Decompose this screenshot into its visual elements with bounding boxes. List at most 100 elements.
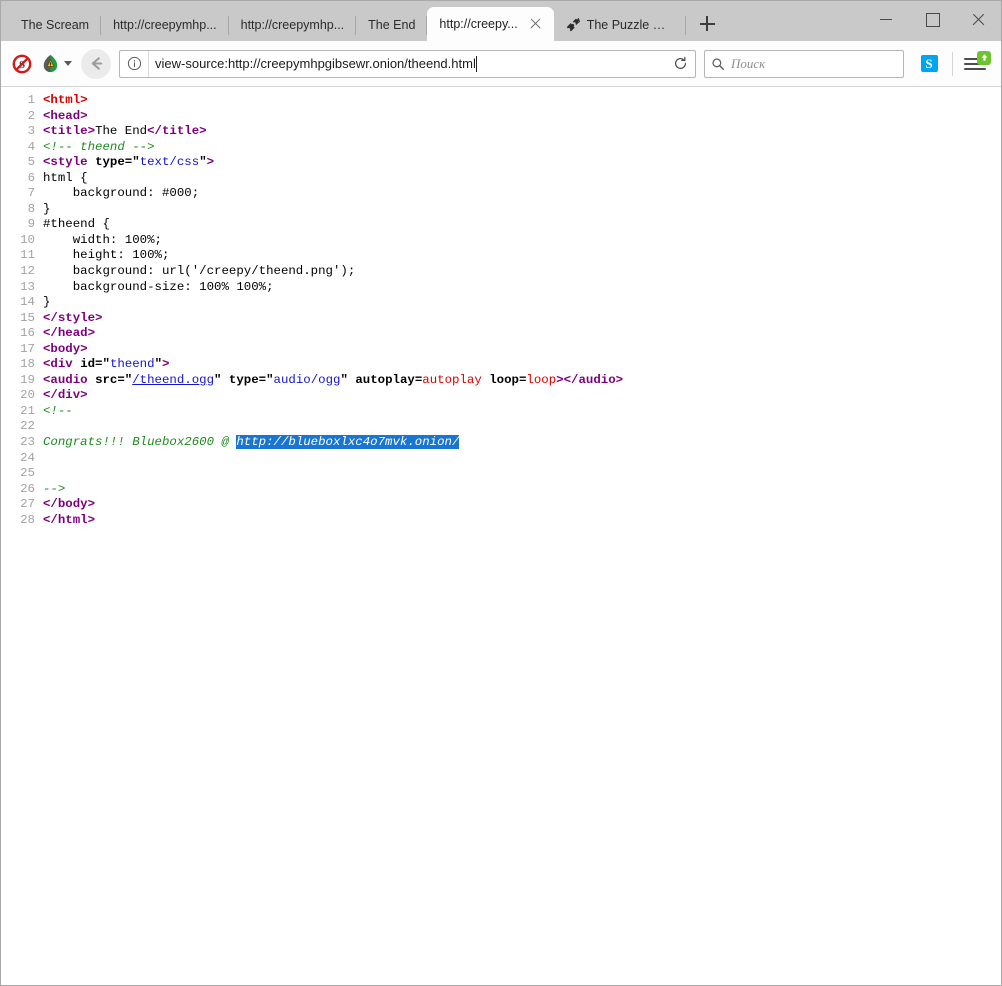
- tab-the-scream[interactable]: The Scream: [9, 9, 101, 41]
- source-line: 6html {: [1, 171, 1001, 187]
- tab-the-puzzle-maker[interactable]: The Puzzle Ma...: [554, 9, 686, 41]
- window-controls: [863, 1, 1001, 37]
- view-source-content[interactable]: 1<html>2<head>3<title>The End</title>4<!…: [1, 87, 1001, 528]
- code-token: #theend {: [43, 217, 110, 231]
- hamburger-menu-icon[interactable]: [957, 49, 993, 79]
- source-line: 9#theend {: [1, 217, 1001, 233]
- new-tab-button[interactable]: [692, 9, 722, 39]
- line-number: 6: [1, 171, 43, 187]
- code-token: loop=: [489, 373, 526, 387]
- line-number: 5: [1, 155, 43, 171]
- info-circle-icon[interactable]: [120, 51, 148, 77]
- code-token: [221, 373, 228, 387]
- maximize-icon[interactable]: [909, 4, 955, 34]
- source-line: 12 background: url('/creepy/theend.png')…: [1, 264, 1001, 280]
- tab-the-end[interactable]: The End: [356, 9, 427, 41]
- source-line: 21<!--: [1, 404, 1001, 420]
- code-token: </style>: [43, 311, 103, 325]
- source-line: 23Congrats!!! Bluebox2600 @ http://blueb…: [1, 435, 1001, 451]
- line-number: 1: [1, 93, 43, 109]
- code-token: >: [207, 155, 214, 169]
- source-line: 8}: [1, 202, 1001, 218]
- line-number: 8: [1, 202, 43, 218]
- code-token: The End: [95, 124, 147, 138]
- window-close-icon[interactable]: [955, 4, 1001, 34]
- line-number: 11: [1, 248, 43, 264]
- line-number: 26: [1, 482, 43, 498]
- update-arrow-icon: [980, 53, 989, 62]
- search-bar[interactable]: Поиск: [704, 50, 904, 78]
- code-token: height: 100%;: [43, 248, 169, 262]
- address-bar[interactable]: view-source:http://creepymhpgibsewr.onio…: [119, 50, 696, 78]
- code-token: </title>: [147, 124, 207, 138]
- source-line: 10 width: 100%;: [1, 233, 1001, 249]
- source-code: height: 100%;: [43, 248, 169, 264]
- torbutton-onion-icon[interactable]: [37, 49, 75, 79]
- browser-window: The Scream http://creepymhp... http://cr…: [0, 0, 1002, 986]
- source-line: 15</style>: [1, 311, 1001, 327]
- code-token: ": [340, 373, 347, 387]
- back-arrow-icon: [88, 55, 105, 72]
- source-code: <!-- theend -->: [43, 140, 155, 156]
- code-token: <html>: [43, 93, 88, 107]
- code-token: <title>: [43, 124, 95, 138]
- tab-creepy-active[interactable]: http://creepy...: [427, 7, 553, 41]
- source-code: </html>: [43, 513, 95, 529]
- search-icon: [705, 57, 731, 71]
- tab-creepy-2[interactable]: http://creepymhp...: [229, 9, 357, 41]
- source-code: <div id="theend">: [43, 357, 169, 373]
- line-number: 17: [1, 342, 43, 358]
- source-line: 13 background-size: 100% 100%;: [1, 280, 1001, 296]
- chevron-down-icon[interactable]: [64, 61, 72, 66]
- source-line: 17<body>: [1, 342, 1001, 358]
- source-line: 24: [1, 451, 1001, 467]
- code-token: </html>: [43, 513, 95, 527]
- minimize-icon[interactable]: [863, 4, 909, 34]
- source-line: 5<style type="text/css">: [1, 155, 1001, 171]
- code-token: ": [199, 155, 206, 169]
- line-number: 4: [1, 140, 43, 156]
- code-token: src=": [95, 373, 132, 387]
- code-token: }: [43, 202, 50, 216]
- skype-icon: S: [921, 55, 938, 72]
- close-icon[interactable]: [528, 17, 542, 31]
- line-number: 15: [1, 311, 43, 327]
- source-code: background: url('/creepy/theend.png');: [43, 264, 355, 280]
- source-link[interactable]: /theend.ogg: [132, 373, 214, 387]
- url-input[interactable]: view-source:http://creepymhpgibsewr.onio…: [148, 51, 665, 77]
- source-code: }: [43, 202, 50, 218]
- code-token: <body>: [43, 342, 88, 356]
- tab-strip: The Scream http://creepymhp... http://cr…: [1, 1, 1001, 41]
- code-token: </audio>: [564, 373, 624, 387]
- source-code: }: [43, 295, 50, 311]
- line-number: 25: [1, 466, 43, 482]
- code-token: >: [556, 373, 563, 387]
- search-input[interactable]: Поиск: [731, 56, 765, 72]
- tab-creepy-1[interactable]: http://creepymhp...: [101, 9, 229, 41]
- source-line: 20</div>: [1, 388, 1001, 404]
- line-number: 24: [1, 451, 43, 467]
- source-line: 14}: [1, 295, 1001, 311]
- code-token: html {: [43, 171, 88, 185]
- source-code: <audio src="/theend.ogg" type="audio/ogg…: [43, 373, 623, 389]
- source-code: </head>: [43, 326, 95, 342]
- noscript-icon[interactable]: S: [7, 49, 37, 79]
- source-code: html {: [43, 171, 88, 187]
- skype-button[interactable]: S: [912, 49, 946, 79]
- code-token: <audio: [43, 373, 88, 387]
- reload-icon[interactable]: [665, 51, 695, 77]
- code-token: <head>: [43, 109, 88, 123]
- update-badge: [977, 51, 991, 65]
- back-button[interactable]: [81, 49, 111, 79]
- code-token: audio/ogg: [274, 373, 341, 387]
- code-token: <style: [43, 155, 88, 169]
- line-number: 7: [1, 186, 43, 202]
- selected-text: http://blueboxlxc4o7mvk.onion/: [236, 435, 459, 449]
- code-token: </div>: [43, 388, 88, 402]
- toolbar-divider: [952, 52, 953, 76]
- code-token: autoplay=: [355, 373, 422, 387]
- source-line: 1<html>: [1, 93, 1001, 109]
- code-token: <!-- theend -->: [43, 140, 155, 154]
- source-code: [43, 466, 50, 482]
- source-line: 25: [1, 466, 1001, 482]
